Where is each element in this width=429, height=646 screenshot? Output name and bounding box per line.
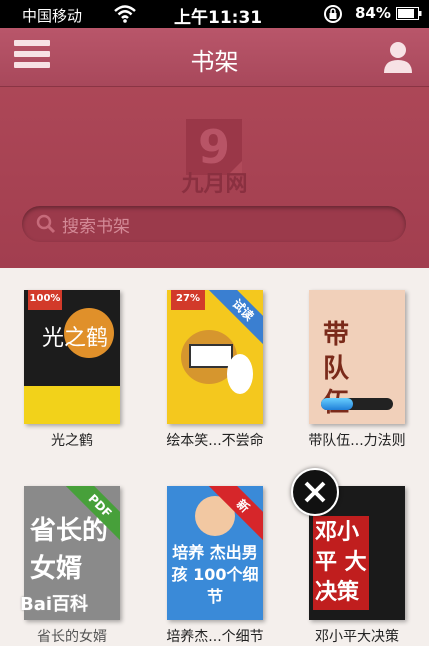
book-title: 邓小平大决策 bbox=[315, 629, 399, 645]
search-placeholder: 搜索书架 bbox=[62, 217, 130, 237]
carrier-label: 中国移动 bbox=[22, 7, 83, 25]
wifi-icon bbox=[114, 5, 136, 23]
battery-icon bbox=[396, 7, 422, 20]
battery-percent: 84% bbox=[355, 4, 391, 22]
book-cover[interactable]: 27% 试读 bbox=[167, 290, 263, 424]
watermark-text: Bai百科 bbox=[20, 594, 89, 615]
cover-title: 培养 杰出男孩 100个细节 bbox=[171, 543, 259, 606]
download-progress-bar bbox=[321, 398, 393, 410]
logo-text: 九月网 bbox=[181, 172, 248, 197]
navbar: 书架 bbox=[0, 28, 429, 87]
cover-title: 光之鹤 bbox=[42, 326, 109, 351]
clock: 上午11:31 bbox=[174, 8, 263, 28]
page-title: 书架 bbox=[190, 48, 239, 76]
search-icon bbox=[36, 214, 56, 234]
search-input[interactable]: 搜索书架 bbox=[22, 206, 406, 242]
book-title: 省长的女婿 bbox=[37, 629, 107, 645]
book-cover[interactable]: 带队伍 bbox=[309, 290, 405, 424]
header: 书架 9 九月网 搜索书架 bbox=[0, 28, 429, 268]
user-icon[interactable] bbox=[382, 40, 414, 74]
book-title: 光之鹤 bbox=[51, 433, 93, 449]
book-title: 带队伍...力法则 bbox=[308, 433, 406, 449]
download-progress-fill bbox=[321, 398, 354, 410]
watermark: Bai百科 bbox=[20, 590, 110, 616]
progress-badge: 100% bbox=[28, 290, 62, 310]
book-cover[interactable]: 培养 杰出男孩 100个细节 新 bbox=[167, 486, 263, 620]
cover-title: 邓小平 大决策 bbox=[313, 516, 369, 610]
book-title: 绘本笑...不尝命 bbox=[166, 433, 264, 449]
bookshelf: 光之鹤 100% 光之鹤 27% 试读 绘本笑...不尝命 带队伍 带队伍...… bbox=[0, 268, 429, 645]
rotation-lock-icon bbox=[324, 5, 342, 23]
progress-badge: 27% bbox=[171, 290, 205, 310]
close-icon[interactable] bbox=[291, 468, 339, 516]
status-bar: 中国移动 上午11:31 84% bbox=[0, 0, 429, 28]
book-title: 培养杰...个细节 bbox=[166, 629, 264, 645]
book-cover[interactable]: 光之鹤 100% bbox=[24, 290, 120, 424]
